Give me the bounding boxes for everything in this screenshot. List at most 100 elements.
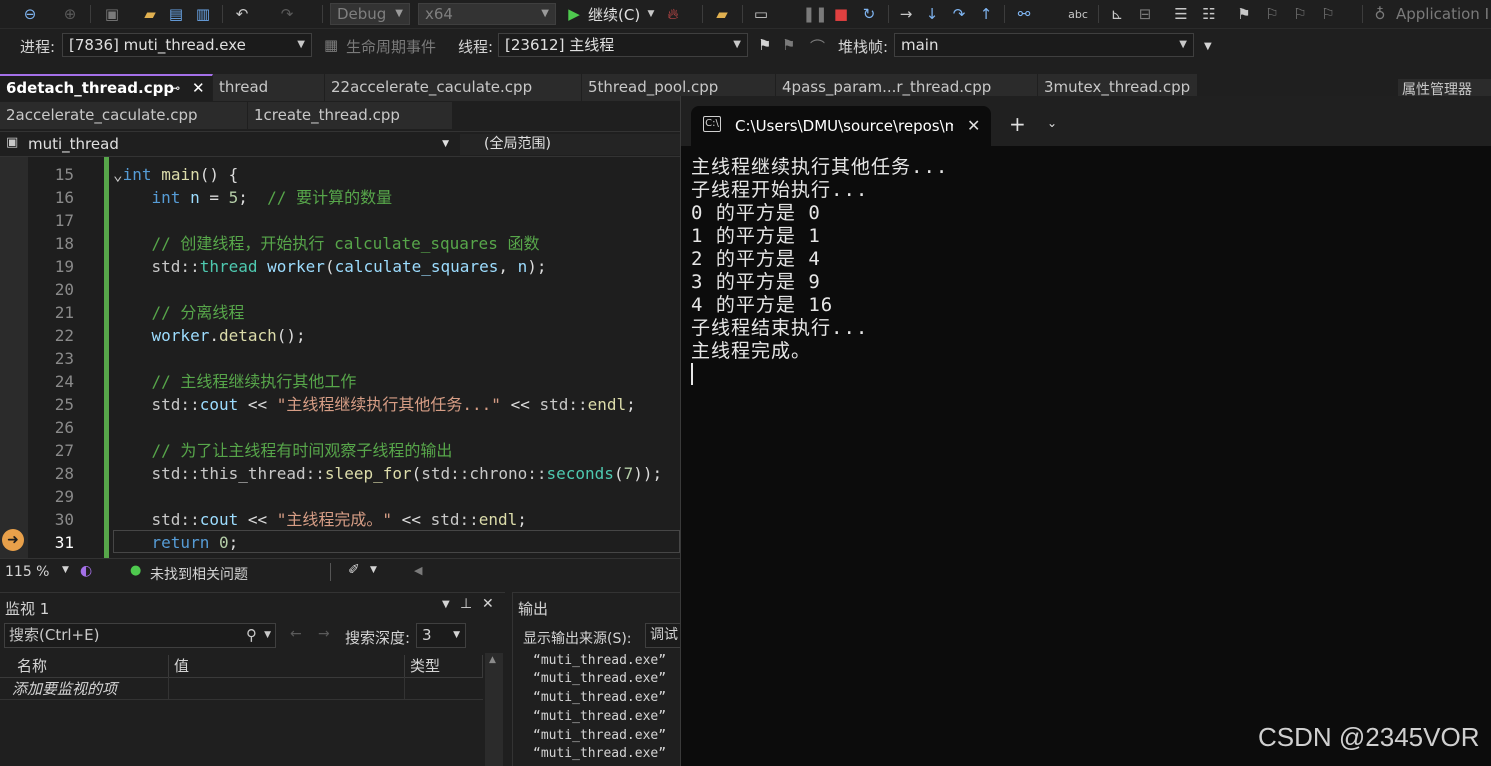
thread-dropdown[interactable]: [23612] 主线程 ▼ (498, 33, 748, 57)
column-header-type[interactable]: 类型 (405, 655, 483, 677)
process-dropdown[interactable]: [7836] muti_thread.exe ▼ (62, 33, 312, 57)
line-number-gutter: 15 16 17 18 19 20 21 22 23 24 25 26 27 2… (28, 163, 74, 554)
platform-dropdown[interactable]: x64 ▼ (418, 3, 556, 25)
tab-1create-thread[interactable]: 1create_thread.cpp (248, 102, 453, 129)
stackframe-dropdown[interactable]: main ▼ (894, 33, 1194, 57)
column-header-value[interactable]: 值 (169, 655, 405, 677)
redo-icon[interactable]: ↷ (276, 3, 298, 25)
pin-icon[interactable]: ⊥ (460, 596, 472, 612)
output-source-dropdown[interactable]: 调试 (645, 623, 680, 648)
instruction-pointer-icon[interactable]: ➜ (2, 529, 24, 551)
new-tab-icon[interactable]: + (1009, 112, 1026, 136)
bookmark-icon[interactable]: ⚑ (1234, 3, 1254, 25)
terminal-line: 2 的平方是 4 (691, 248, 821, 270)
new-project-icon[interactable]: ▣ (100, 3, 124, 25)
debug-location-toolbar: 进程: [7836] muti_thread.exe ▼ ▦ 生命周期事件 线程:… (0, 29, 1491, 61)
line-number: 30 (54, 510, 74, 529)
step-into-icon[interactable]: ↓ (922, 3, 942, 25)
back-icon[interactable]: ⊖ (18, 3, 42, 25)
configuration-dropdown[interactable]: Debug ▼ (330, 3, 410, 25)
pin-icon[interactable]: ⊸ (170, 76, 180, 100)
add-watch-item[interactable]: 添加要监视的项 (12, 678, 117, 699)
stop-icon[interactable]: ■ (832, 3, 850, 25)
zoom-level[interactable]: 115 % (5, 564, 49, 580)
search-forward-icon[interactable]: → (318, 626, 330, 642)
code-line: std::this_thread::sleep_for(std::chrono:… (151, 464, 663, 483)
output-line: “muti_thread.exe” (533, 709, 667, 724)
next-bookmark-icon[interactable]: ⚐ (1290, 3, 1310, 25)
terminal-window[interactable]: C:\ C:\Users\DMU\source\repos\m ✕ + ⌄ 主线… (680, 96, 1491, 766)
save-all-icon[interactable]: ▥ (192, 3, 214, 25)
scroll-up-icon[interactable]: ▲ (489, 655, 496, 665)
outdent-icon[interactable]: ☷ (1198, 3, 1220, 25)
watch-scrollbar[interactable]: ▲ (485, 653, 503, 766)
tab-6detach-thread[interactable]: 6detach_thread.cpp ⊸ ✕ (0, 74, 213, 101)
chevron-down-icon[interactable]: ▼ (442, 599, 450, 610)
show-threads-icon[interactable]: ⌒ (810, 36, 825, 57)
undo-icon[interactable]: ↶ (230, 3, 254, 25)
folder-search-icon[interactable]: ▰ (710, 3, 734, 25)
prev-bookmark-icon[interactable]: ⚐ (1262, 3, 1282, 25)
pause-icon[interactable]: ❚❚ (802, 3, 827, 25)
app-insights-label[interactable]: Application I (1396, 3, 1489, 25)
flag-thread-icon[interactable]: ⚑ (758, 36, 771, 54)
chevron-down-icon[interactable]: ▼ (264, 624, 271, 647)
close-icon[interactable]: ✕ (192, 76, 205, 100)
line-number: 18 (54, 234, 74, 253)
format-selection-icon[interactable]: ⊟ (1134, 3, 1156, 25)
clear-bookmarks-icon[interactable]: ⚐ (1318, 3, 1338, 25)
tab-22accelerate-caculate[interactable]: 22accelerate_caculate.cpp (325, 74, 582, 101)
lifecycle-events-button[interactable]: 生命周期事件 (346, 36, 436, 57)
cleanup-brush-icon[interactable]: ✐ (348, 562, 360, 578)
scroll-left-icon[interactable]: ◀ (414, 564, 422, 577)
open-folder-icon[interactable]: ▰ (140, 3, 160, 25)
code-editor[interactable]: 15 16 17 18 19 20 21 22 23 24 25 26 27 2… (0, 157, 680, 558)
code-text[interactable]: ⌄int main() { int n = 5; // 要计算的数量 // 创建… (113, 163, 680, 554)
project-dropdown[interactable]: muti_thread ▼ (0, 134, 455, 155)
breakpoint-margin[interactable] (0, 157, 28, 558)
close-icon[interactable]: ✕ (967, 116, 980, 135)
chevron-down-icon[interactable]: ▼ (370, 565, 377, 575)
editor-status-bar: 115 % ▼ ◐ ● 未找到相关问题 ✐ ▼ ◀ (0, 558, 680, 584)
watch-panel: 监视 1 ▼ ⊥ ✕ 搜索(Ctrl+E) ⚲ ▼ ← → 搜索深度: 3 ▼ … (0, 592, 505, 766)
spellcheck-icon[interactable]: abc (1066, 3, 1090, 25)
column-header-name[interactable]: 名称 (12, 655, 169, 677)
issues-status[interactable]: 未找到相关问题 (150, 564, 248, 584)
diagnostics-icon[interactable]: ⚯ (1012, 3, 1036, 25)
terminal-cursor (691, 363, 693, 385)
tab-thread[interactable]: thread (213, 74, 325, 101)
indent-icon[interactable]: ☰ (1170, 3, 1192, 25)
step-out-icon[interactable]: ↑ (976, 3, 996, 25)
screen-icon[interactable]: ▭ (750, 3, 772, 25)
watch-search-input[interactable]: 搜索(Ctrl+E) ⚲ ▼ (4, 623, 276, 648)
chevron-down-icon[interactable]: ▼ (62, 565, 69, 575)
tab-2accelerate-caculate[interactable]: 2accelerate_caculate.cpp (0, 102, 248, 129)
scope-dropdown[interactable]: (全局范围) (460, 134, 680, 155)
save-icon[interactable]: ▤ (166, 3, 186, 25)
search-back-icon[interactable]: ← (290, 626, 302, 642)
forward-icon[interactable]: ⊕ (60, 3, 80, 25)
search-depth-dropdown[interactable]: 3 ▼ (416, 623, 466, 648)
watch-panel-title: 监视 1 (5, 600, 50, 618)
format-icon[interactable]: ⊾ (1106, 3, 1128, 25)
hot-reload-icon[interactable]: 🔥︎ (662, 3, 684, 25)
search-icon[interactable]: ⚲ (246, 624, 257, 647)
lifecycle-icon[interactable]: ▦ (324, 36, 338, 54)
flag-threads-icon[interactable]: ⚑ (782, 36, 795, 54)
toolbar-overflow-icon[interactable]: ▼ (1204, 41, 1212, 52)
chevron-down-icon: ▼ (395, 8, 403, 19)
watermark-text: CSDN @2345VOR (1258, 722, 1480, 752)
chevron-down-icon[interactable]: ⌄ (1047, 116, 1057, 130)
app-insights-icon[interactable]: ♁ (1370, 3, 1390, 25)
continue-button[interactable]: 继续(C) (588, 3, 640, 25)
copilot-icon[interactable]: ◐ (80, 563, 92, 579)
close-icon[interactable]: ✕ (482, 596, 494, 612)
step-over-icon[interactable]: ↷ (948, 3, 970, 25)
continue-play-icon[interactable]: ▶ (565, 3, 583, 25)
restart-icon[interactable]: ↻ (858, 3, 880, 25)
terminal-tab[interactable]: C:\ C:\Users\DMU\source\repos\m ✕ (691, 106, 991, 146)
terminal-titlebar: C:\ C:\Users\DMU\source\repos\m ✕ + ⌄ (681, 96, 1491, 146)
show-next-statement-icon[interactable]: → (896, 3, 916, 25)
chevron-down-icon[interactable]: ▼ (646, 3, 656, 25)
